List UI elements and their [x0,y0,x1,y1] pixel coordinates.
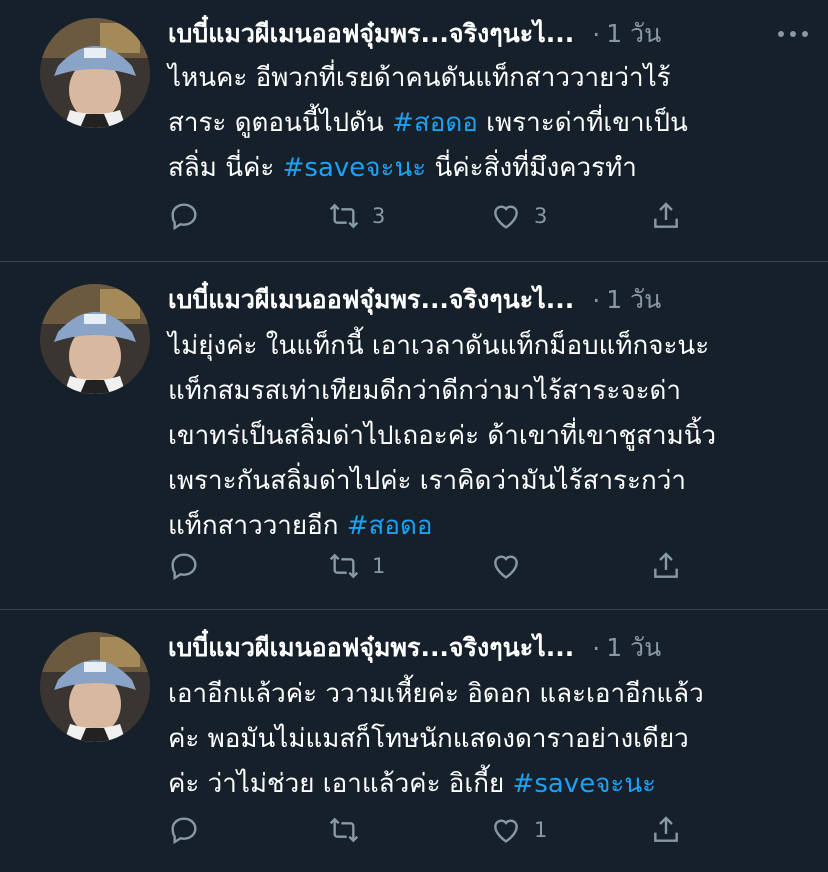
hashtag-link[interactable]: #สอดอ [392,108,478,138]
like-button[interactable] [490,546,534,586]
display-name[interactable]: เบบี๋แมวผีเมนออฟจุ๋มพร...จริงๆนะไ... [168,14,574,54]
share-button[interactable] [650,196,682,236]
tweet-text-segment: ค่ะ ว่าไม่ช่วย เอาแล้วค่ะ อิเกี้ย [168,769,513,799]
retweet-count: 3 [372,204,386,228]
reply-icon [171,203,197,231]
share-button[interactable] [650,546,682,586]
tweet-actions: 1 [168,810,688,850]
share-button[interactable] [650,810,682,850]
tweet-text: เอาอีกแล้วค่ะ ววามเหี้ยค่ะ อิดอก และเอาอ… [168,672,808,807]
tweet-text-segment: เพราะกันสลิ่มด่าไปค่ะ เราคิดว่ามันไร้สาร… [168,466,686,496]
tweet-header: เบบี๋แมวผีเมนออฟจุ๋มพร...จริงๆนะไ... · 1… [168,14,808,54]
avatar[interactable] [40,18,150,128]
separator-dot: · [592,285,601,315]
reply-button[interactable] [168,546,212,586]
tweet-actions: 3 3 [168,196,688,236]
separator-dot: · [592,19,601,49]
reply-icon [171,817,197,845]
reply-icon [171,553,197,581]
tweet-text-segment: ไหนคะ อีพวกที่เรยด้าคนดันแท็กสาววายว่าไร… [168,63,671,93]
tweet-text-segment: เอาอีกแล้วค่ะ ววามเหี้ยค่ะ อิดอก และเอาอ… [168,679,704,709]
retweet-button[interactable] [328,810,372,850]
share-icon [654,202,678,228]
heart-icon [494,205,518,229]
reply-button[interactable] [168,196,212,236]
tweet-text-segment: แท็กสมรสเท่าเทียมดีกว่าดีกว่ามาไร้สาระจะ… [168,376,682,406]
timestamp[interactable]: 1 วัน [606,280,661,320]
tweet-text: ไหนคะ อีพวกที่เรยด้าคนดันแท็กสาววายว่าไร… [168,56,808,191]
like-button[interactable]: 1 [490,810,547,850]
tweet-text-segment: เขาทร่เป็นสลิ่มด่าไปเถอะค่ะ ด้าเขาที่เขา… [168,421,717,451]
more-horizontal-icon[interactable] [778,14,808,54]
tweet-header: เบบี๋แมวผีเมนออฟจุ๋มพร...จริงๆนะไ... · 1… [168,628,808,668]
timestamp[interactable]: 1 วัน [606,628,661,668]
like-button[interactable]: 3 [490,196,547,236]
timestamp[interactable]: 1 วัน [606,14,661,54]
retweet-count: 1 [372,554,386,578]
tweet-feed: เบบี๋แมวผีเมนออฟจุ๋มพร...จริงๆนะไ... · 1… [0,0,828,872]
tweet-text-segment: แท็กสาววายอีก [168,511,347,541]
tweet-text: ไม่ยุ่งค่ะ ในแท็กนี้ เอาเวลาดันแท็กม็อบแ… [168,324,808,549]
tweet-text-segment: นี่ค่ะสิ่งที่มึงควรทำ [426,153,637,183]
hashtag-link[interactable]: #สอดอ [347,511,433,541]
heart-icon [494,555,518,579]
tweet[interactable]: เบบี๋แมวผีเมนออฟจุ๋มพร...จริงๆนะไ... · 1… [0,0,828,262]
heart-icon [494,819,518,843]
hashtag-link[interactable]: #saveจะนะ [513,769,657,799]
display-name[interactable]: เบบี๋แมวผีเมนออฟจุ๋มพร...จริงๆนะไ... [168,280,574,320]
tweet-text-segment: เพราะด่าที่เขาเป็น [477,108,688,138]
retweet-icon [329,203,359,229]
display-name[interactable]: เบบี๋แมวผีเมนออฟจุ๋มพร...จริงๆนะไ... [168,628,574,668]
tweet-actions: 1 [168,546,688,586]
like-count: 1 [534,818,548,842]
retweet-button[interactable]: 3 [328,196,385,236]
retweet-button[interactable]: 1 [328,546,385,586]
avatar[interactable] [40,284,150,394]
retweet-icon [329,817,359,843]
retweet-icon [329,553,359,579]
share-icon [654,552,678,578]
like-count: 3 [534,204,548,228]
separator-dot: · [592,633,601,663]
hashtag-link[interactable]: #saveจะนะ [283,153,427,183]
tweet-text-segment: สาระ ดูตอนนี้ไปดัน [168,108,393,138]
share-icon [654,816,678,842]
tweet[interactable]: เบบี๋แมวผีเมนออฟจุ๋มพร...จริงๆนะไ... · 1… [0,610,828,872]
tweet-text-segment: สลิ่ม นี่ค่ะ [168,153,283,183]
reply-button[interactable] [168,810,212,850]
tweet-text-segment: ไม่ยุ่งค่ะ ในแท็กนี้ เอาเวลาดันแท็กม็อบแ… [168,331,710,361]
avatar[interactable] [40,632,150,742]
tweet-text-segment: ค่ะ พอมันไม่แมสก็โทษนักแสดงดาราอย่างเดีย… [168,724,689,754]
tweet-header: เบบี๋แมวผีเมนออฟจุ๋มพร...จริงๆนะไ... · 1… [168,280,808,320]
tweet[interactable]: เบบี๋แมวผีเมนออฟจุ๋มพร...จริงๆนะไ... · 1… [0,262,828,610]
